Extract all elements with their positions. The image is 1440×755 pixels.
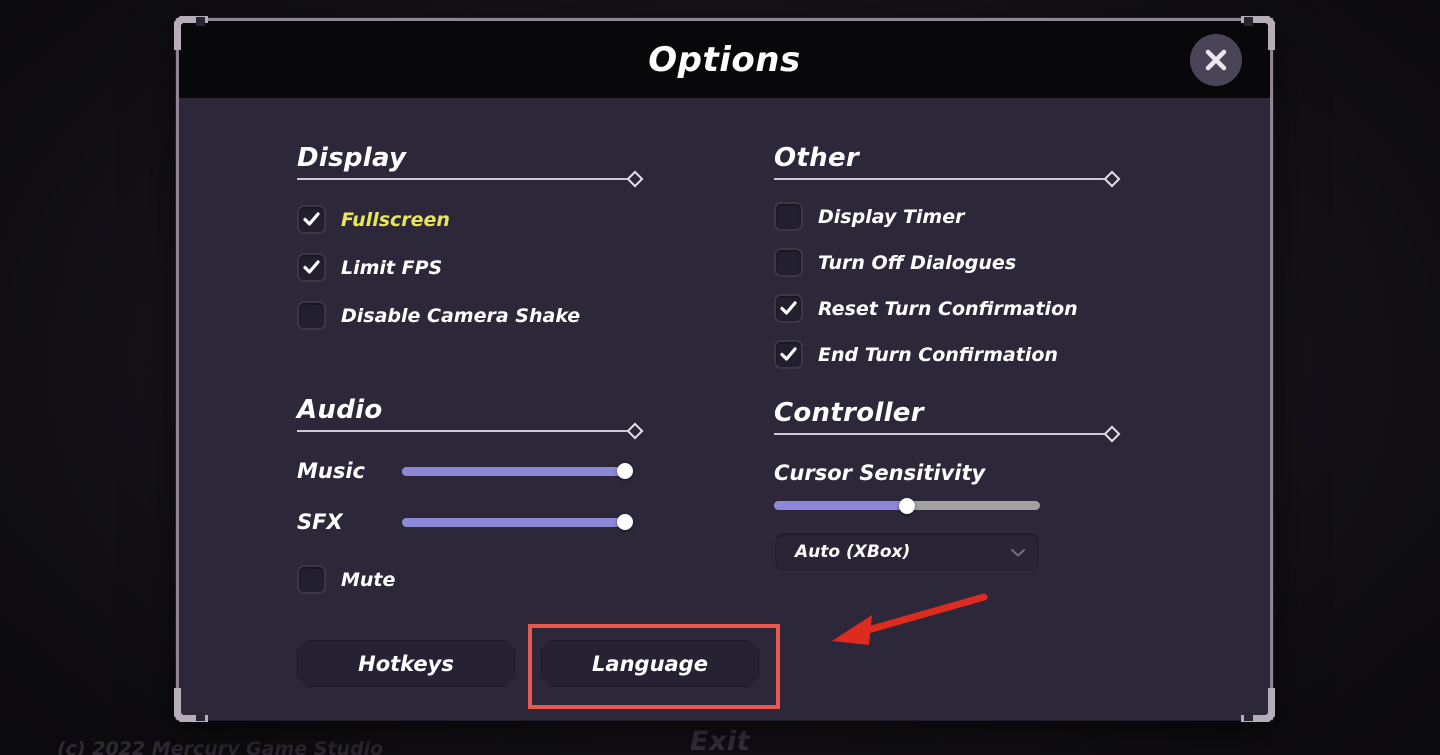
checkbox-label-end-turn-confirmation: End Turn Confirmation bbox=[818, 343, 1058, 366]
checkbox-label-fullscreen: Fullscreen bbox=[341, 208, 450, 231]
hotkeys-button-wrap: Hotkeys bbox=[297, 640, 515, 687]
language-button[interactable]: Language bbox=[541, 640, 759, 687]
language-button-label: Language bbox=[592, 651, 708, 676]
section-divider bbox=[774, 425, 1121, 443]
hotkeys-button[interactable]: Hotkeys bbox=[297, 640, 515, 687]
hotkeys-button-label: Hotkeys bbox=[358, 651, 454, 676]
slider-label-music: Music bbox=[297, 459, 365, 483]
check-icon bbox=[303, 212, 320, 226]
background-menu-exit[interactable]: Exit bbox=[690, 726, 750, 755]
section-display-heading: Display bbox=[297, 143, 407, 173]
screen: Exit (c) 2022 Mercury Game Studio Option… bbox=[0, 0, 1440, 755]
checkbox-row-disable-camera-shake[interactable]: Disable Camera Shake bbox=[297, 301, 637, 330]
slider-handle[interactable] bbox=[617, 463, 633, 479]
other-options-list: Display Timer Turn Off Dialogues Reset T… bbox=[774, 202, 1114, 369]
slider-sfx[interactable] bbox=[402, 514, 633, 530]
slider-music[interactable] bbox=[402, 463, 633, 479]
checkbox-row-end-turn-confirmation[interactable]: End Turn Confirmation bbox=[774, 340, 1114, 369]
dialog-body: Display Fullscreen Limit FPS Disable Cam… bbox=[179, 98, 1270, 720]
checkbox-row-fullscreen[interactable]: Fullscreen bbox=[297, 205, 637, 234]
chevron-down-icon bbox=[1011, 543, 1025, 562]
divider-diamond-icon bbox=[1103, 170, 1121, 188]
slider-cursor-sensitivity[interactable] bbox=[774, 497, 1040, 514]
checkbox-end-turn-confirmation[interactable] bbox=[774, 340, 803, 369]
slider-fill bbox=[774, 501, 907, 510]
label-cursor-sensitivity: Cursor Sensitivity bbox=[774, 461, 986, 485]
checkbox-display-timer[interactable] bbox=[774, 202, 803, 231]
checkbox-row-turn-off-dialogues[interactable]: Turn Off Dialogues bbox=[774, 248, 1114, 277]
section-divider bbox=[774, 170, 1121, 188]
checkbox-turn-off-dialogues[interactable] bbox=[774, 248, 803, 277]
checkbox-row-limit-fps[interactable]: Limit FPS bbox=[297, 253, 637, 282]
section-audio-heading: Audio bbox=[297, 395, 383, 425]
dialog-footer: Hotkeys Language bbox=[297, 624, 780, 709]
slider-row-cursor-sensitivity bbox=[774, 497, 1114, 514]
slider-handle[interactable] bbox=[899, 497, 915, 514]
check-icon bbox=[303, 260, 320, 274]
check-icon bbox=[780, 301, 797, 315]
close-button[interactable] bbox=[1190, 33, 1242, 86]
divider-diamond-icon bbox=[626, 422, 644, 440]
slider-handle[interactable] bbox=[617, 514, 633, 530]
language-button-wrap: Language bbox=[528, 624, 780, 709]
slider-row-music: Music bbox=[297, 459, 637, 483]
checkbox-label-reset-turn-confirmation: Reset Turn Confirmation bbox=[818, 297, 1078, 320]
slider-fill bbox=[402, 517, 625, 527]
checkbox-limit-fps[interactable] bbox=[297, 253, 326, 282]
section-audio: Audio Music SFX Mute bbox=[297, 395, 644, 594]
checkbox-row-mute[interactable]: Mute bbox=[297, 565, 637, 594]
divider-diamond-icon bbox=[1103, 425, 1121, 443]
slider-row-sfx: SFX bbox=[297, 510, 637, 534]
slider-fill bbox=[402, 466, 625, 476]
section-other: Other Display Timer Turn Off Dialogues R… bbox=[774, 143, 1121, 369]
checkbox-fullscreen[interactable] bbox=[297, 205, 326, 234]
dropdown-selected-value: Auto (XBox) bbox=[795, 542, 911, 562]
section-controller: Controller Cursor Sensitivity Auto (XBox… bbox=[774, 398, 1121, 572]
checkbox-label-limit-fps: Limit FPS bbox=[341, 256, 443, 279]
section-divider bbox=[297, 170, 644, 188]
checkbox-reset-turn-confirmation[interactable] bbox=[774, 294, 803, 323]
section-divider bbox=[297, 422, 644, 440]
section-controller-heading: Controller bbox=[774, 398, 924, 428]
checkbox-row-reset-turn-confirmation[interactable]: Reset Turn Confirmation bbox=[774, 294, 1114, 323]
dropdown-controller-device[interactable]: Auto (XBox) bbox=[774, 532, 1040, 572]
check-icon bbox=[780, 347, 797, 361]
checkbox-label-turn-off-dialogues: Turn Off Dialogues bbox=[818, 251, 1017, 274]
divider-diamond-icon bbox=[626, 170, 644, 188]
section-display: Display Fullscreen Limit FPS Disable Cam… bbox=[297, 143, 644, 330]
checkbox-label-display-timer: Display Timer bbox=[818, 205, 965, 228]
checkbox-label-disable-camera-shake: Disable Camera Shake bbox=[341, 304, 581, 327]
copyright-text: (c) 2022 Mercury Game Studio bbox=[57, 738, 384, 755]
checkbox-mute[interactable] bbox=[297, 565, 326, 594]
slider-label-sfx: SFX bbox=[297, 510, 343, 534]
section-other-heading: Other bbox=[774, 143, 859, 173]
dialog-title: Options bbox=[648, 39, 801, 80]
dialog-titlebar: Options bbox=[179, 21, 1270, 98]
checkbox-row-display-timer[interactable]: Display Timer bbox=[774, 202, 1114, 231]
checkbox-disable-camera-shake[interactable] bbox=[297, 301, 326, 330]
display-options-list: Fullscreen Limit FPS Disable Camera Shak… bbox=[297, 205, 637, 330]
checkbox-label-mute: Mute bbox=[341, 568, 396, 591]
close-x-icon bbox=[1205, 49, 1227, 70]
options-dialog: Options Display Fullscreen Limit FPS Dis… bbox=[174, 16, 1275, 722]
